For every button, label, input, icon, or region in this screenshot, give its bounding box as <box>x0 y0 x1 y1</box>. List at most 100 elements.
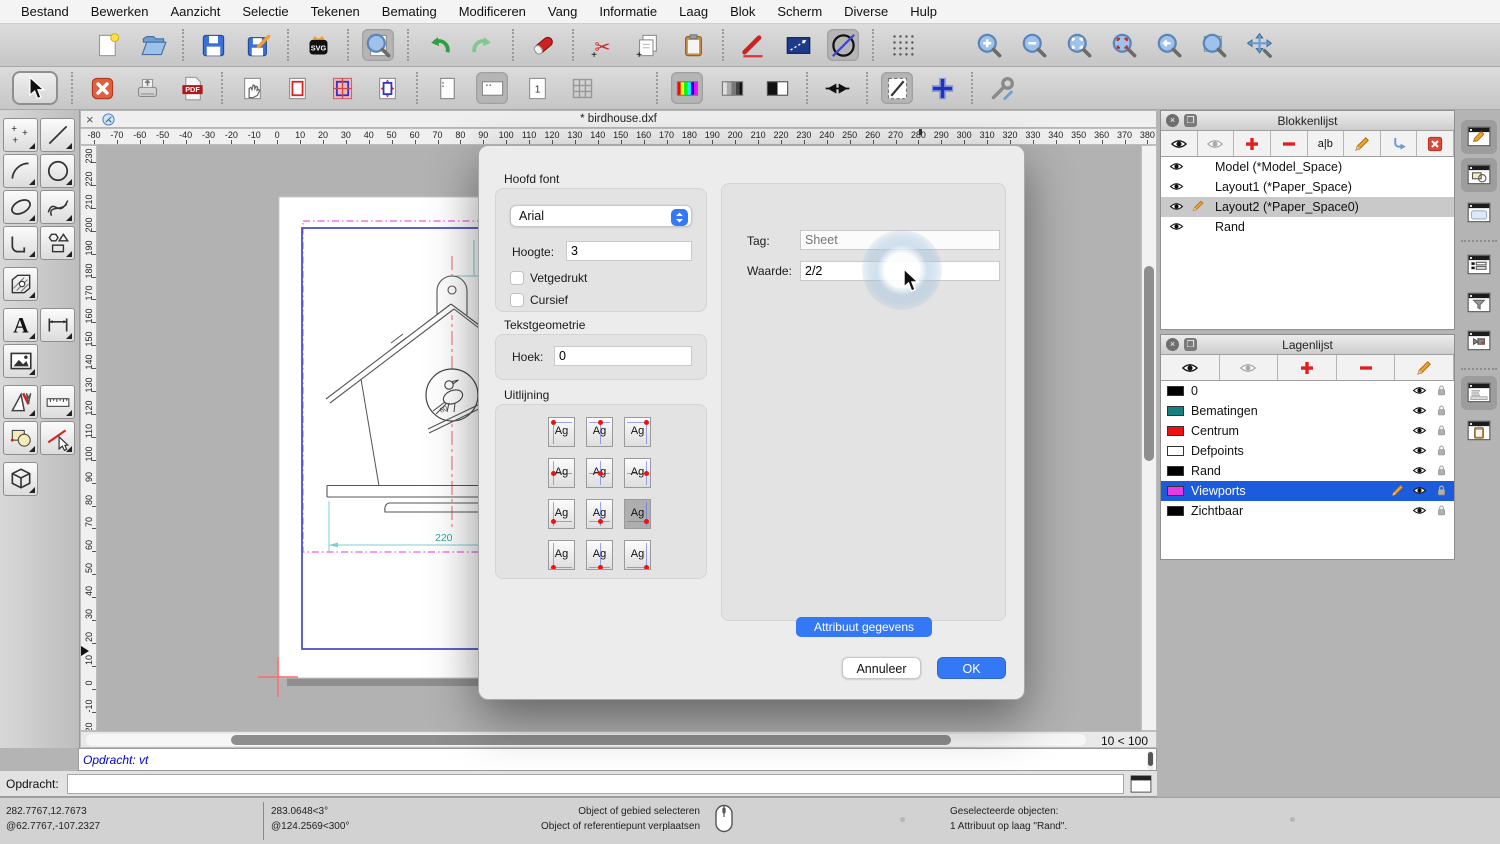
page-hand-button[interactable] <box>236 72 268 104</box>
block-row[interactable]: Model (*Model_Space) <box>1161 157 1454 177</box>
zoom-out-button[interactable] <box>1018 29 1050 61</box>
sketch-button[interactable] <box>881 72 913 104</box>
boolean-tool-button[interactable] <box>3 421 38 455</box>
ellipse-tool-button[interactable] <box>3 190 38 224</box>
cancel-button[interactable]: Annuleer <box>842 657 921 679</box>
zoom-window-button[interactable] <box>1108 29 1140 61</box>
hatch-tool-button[interactable] <box>3 267 38 301</box>
delete-button[interactable] <box>1417 131 1454 156</box>
block-row[interactable]: Rand <box>1161 217 1454 237</box>
lock-icon[interactable] <box>1434 483 1450 499</box>
menu-hulp[interactable]: Hulp <box>899 0 948 24</box>
menu-informatie[interactable]: Informatie <box>588 0 668 24</box>
eraser-button[interactable] <box>527 29 559 61</box>
rename-button[interactable]: a|b <box>1308 131 1345 156</box>
grayscale-button[interactable] <box>716 72 748 104</box>
angle-field[interactable] <box>554 346 692 366</box>
menu-bestand[interactable]: Bestand <box>10 0 80 24</box>
paste-button[interactable] <box>677 29 709 61</box>
alignment-option-3-1[interactable]: Ag <box>548 499 575 529</box>
zoom-extents-button[interactable] <box>1063 29 1095 61</box>
alignment-option-1-1[interactable]: Ag <box>548 417 575 447</box>
alignment-option-4-1[interactable]: Ag <box>548 540 575 570</box>
layer-row[interactable]: Defpoints <box>1161 441 1454 461</box>
menu-selectie[interactable]: Selectie <box>231 0 299 24</box>
pencil-button[interactable] <box>1344 131 1381 156</box>
pan-button[interactable] <box>1243 29 1275 61</box>
menu-modificeren[interactable]: Modificeren <box>448 0 537 24</box>
eye-button[interactable] <box>1161 131 1198 156</box>
circle-tool-button[interactable] <box>40 154 75 188</box>
image-tool-button[interactable] <box>3 344 38 378</box>
ruler-tool-button[interactable] <box>40 385 75 419</box>
eye-gray-button[interactable] <box>1220 355 1279 380</box>
colors-button[interactable] <box>671 72 703 104</box>
vertical-scrollbar[interactable] <box>1141 145 1157 731</box>
menu-diverse[interactable]: Diverse <box>833 0 899 24</box>
visibility-eye-icon[interactable] <box>1412 383 1428 399</box>
layer-row[interactable]: Rand <box>1161 461 1454 481</box>
drafting-tool-button[interactable] <box>3 385 38 419</box>
alignment-option-3-3[interactable]: Ag <box>624 499 651 529</box>
win-draw-toggle-button[interactable] <box>1461 120 1497 154</box>
new-document-button[interactable] <box>92 29 124 61</box>
close-icon[interactable]: × <box>1166 114 1179 127</box>
visibility-eye-icon[interactable] <box>1169 159 1185 175</box>
visibility-eye-icon[interactable] <box>1412 403 1428 419</box>
alignment-option-3-2[interactable]: Ag <box>586 499 613 529</box>
pencil-button[interactable] <box>1395 355 1454 380</box>
layer-row[interactable]: 0 <box>1161 381 1454 401</box>
print-button[interactable] <box>131 72 163 104</box>
font-select[interactable]: Arial <box>510 205 692 227</box>
block-row[interactable]: Layout2 (*Paper_Space0) <box>1161 197 1454 217</box>
save-as-button[interactable] <box>242 29 274 61</box>
spline-tool-button[interactable] <box>40 190 75 224</box>
visibility-eye-icon[interactable] <box>1412 423 1428 439</box>
win-shapes-toggle-button[interactable] <box>1461 158 1497 192</box>
menu-bewerken[interactable]: Bewerken <box>80 0 160 24</box>
win-filter-toggle-button[interactable] <box>1461 286 1497 320</box>
pdf-export-button[interactable]: PDF <box>176 72 208 104</box>
menu-scherm[interactable]: Scherm <box>766 0 833 24</box>
remove-button[interactable] <box>1271 131 1308 156</box>
layer-row[interactable]: Viewports <box>1161 481 1454 501</box>
command-window-icon[interactable] <box>1130 775 1152 793</box>
polygon-tool-button[interactable] <box>40 226 75 260</box>
page-grid-button[interactable] <box>326 72 358 104</box>
dimension-tool-button[interactable] <box>40 308 75 342</box>
alignment-option-2-2[interactable]: Ag <box>586 458 613 488</box>
eye-button[interactable] <box>1161 355 1220 380</box>
visibility-eye-icon[interactable] <box>1169 179 1185 195</box>
circle-diagonal-button[interactable] <box>827 29 859 61</box>
eye-gray-button[interactable] <box>1198 131 1235 156</box>
copy-button[interactable]: + <box>632 29 664 61</box>
trim-tool-button[interactable] <box>40 421 75 455</box>
polyline-tool-button[interactable] <box>3 226 38 260</box>
lock-icon[interactable] <box>1434 443 1450 459</box>
command-input[interactable] <box>67 774 1124 794</box>
collapse-icon[interactable]: ❐ <box>1184 338 1197 351</box>
print-preview-button[interactable] <box>362 29 394 61</box>
grid-button[interactable] <box>566 72 598 104</box>
horizontal-scrollbar-thumb[interactable] <box>231 735 951 745</box>
menu-bemating[interactable]: Bemating <box>371 0 448 24</box>
visibility-eye-icon[interactable] <box>1169 199 1185 215</box>
horizontal-scrollbar-track[interactable] <box>86 734 1086 746</box>
win-blank-toggle-button[interactable] <box>1461 196 1497 230</box>
insert-button[interactable] <box>1381 131 1418 156</box>
visibility-eye-icon[interactable] <box>1412 503 1428 519</box>
page-margins-button[interactable] <box>281 72 313 104</box>
page-portrait-button[interactable] <box>431 72 463 104</box>
lock-icon[interactable] <box>1434 423 1450 439</box>
visibility-eye-icon[interactable] <box>1412 483 1428 499</box>
draw-markup-button[interactable] <box>737 29 769 61</box>
cut-button[interactable]: ✂+ <box>587 29 619 61</box>
bold-checkbox[interactable] <box>510 271 524 285</box>
lock-icon[interactable] <box>1434 403 1450 419</box>
open-folder-button[interactable] <box>137 29 169 61</box>
alignment-option-4-3[interactable]: Ag <box>624 540 651 570</box>
menu-tekenen[interactable]: Tekenen <box>300 0 371 24</box>
layer-row[interactable]: Centrum <box>1161 421 1454 441</box>
line-tool-button[interactable] <box>40 118 75 152</box>
alignment-option-1-3[interactable]: Ag <box>624 417 651 447</box>
